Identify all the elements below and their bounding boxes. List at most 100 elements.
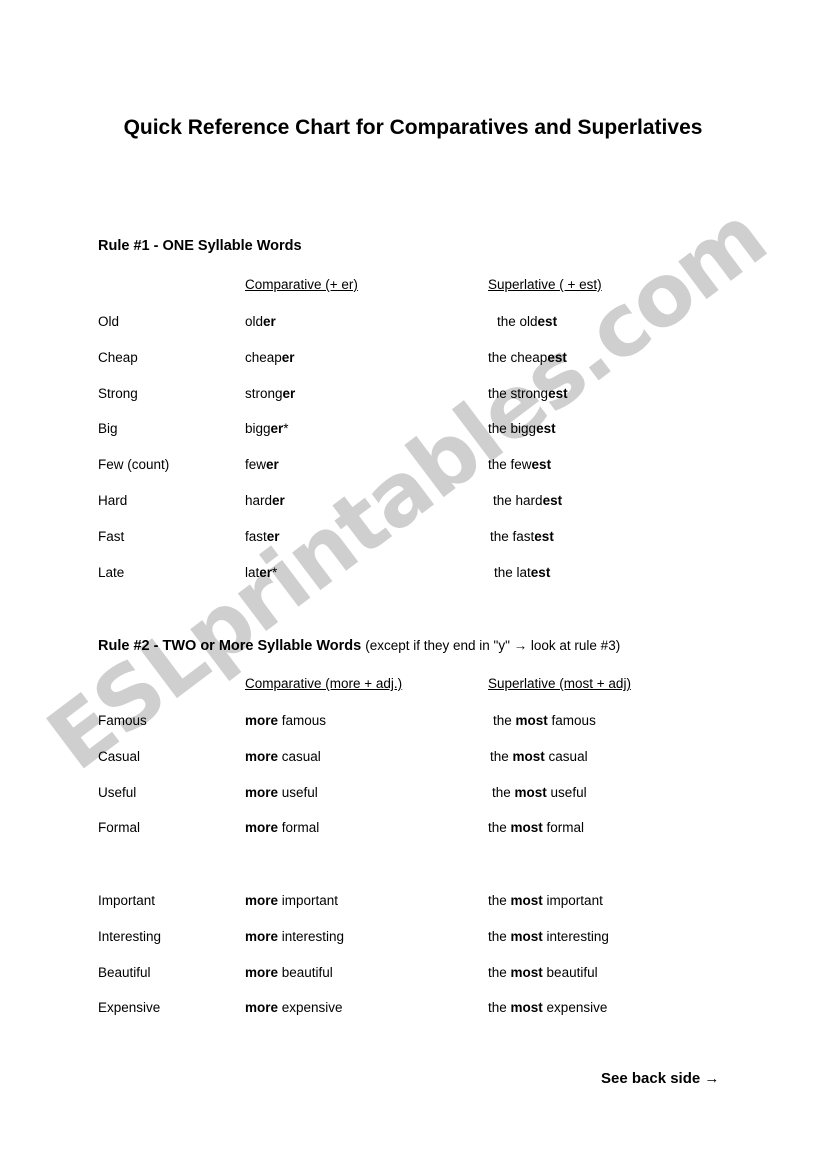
rule-2-heading: Rule #2 - TWO or More Syllable Words (ex… — [98, 638, 620, 654]
comparative-intensifier: more — [245, 785, 279, 800]
comparative-suffix: er — [263, 314, 276, 329]
rule-2-heading-bold: Rule #2 - TWO or More Syllable Words — [98, 638, 362, 654]
superlative-article: the — [488, 1000, 511, 1015]
superlative-article: the — [492, 785, 515, 800]
comparative-suffix: er — [266, 529, 280, 544]
superlative-article: the — [488, 820, 511, 835]
superlative-article: the — [488, 929, 511, 944]
superlative-article: the — [488, 457, 511, 472]
comparative-intensifier: more — [245, 820, 279, 835]
superlative-adjective: important — [542, 893, 603, 908]
base-adjective: Fast — [98, 529, 125, 544]
comparative-stem: few — [245, 457, 267, 472]
superlative-form: the most useful — [492, 784, 587, 802]
base-adjective: Big — [98, 421, 118, 436]
comparative-stem: fast — [245, 529, 267, 544]
superlative-form: the strongest — [488, 385, 568, 403]
superlative-suffix: est — [536, 421, 556, 436]
superlative-article: the — [493, 493, 516, 508]
superlative-suffix: est — [542, 493, 563, 508]
base-adjective: Famous — [98, 713, 147, 728]
base-adjective: Strong — [98, 386, 138, 401]
comparative-intensifier: more — [245, 1000, 279, 1015]
superlative-article: the — [488, 421, 511, 436]
comparative-form: more important — [245, 892, 338, 910]
base-adjective: Formal — [98, 820, 141, 835]
comparative-stem: cheap — [245, 350, 282, 365]
comparative-form: bigger* — [245, 420, 289, 438]
superlative-adjective: interesting — [542, 929, 609, 944]
base-adjective: Late — [98, 565, 125, 580]
superlative-form: the most interesting — [488, 928, 609, 946]
comparative-intensifier: more — [245, 965, 279, 980]
superlative-suffix: est — [530, 565, 551, 580]
worksheet-page: ESLprintables.com Quick Reference Chart … — [0, 0, 826, 1169]
comparative-form: more expensive — [245, 999, 343, 1017]
comparative-adjective: famous — [278, 713, 327, 728]
superlative-article: the — [488, 893, 511, 908]
superlative-intensifier: most — [510, 820, 543, 835]
base-adjective: Old — [98, 314, 120, 329]
superlative-form: the most beautiful — [488, 964, 598, 982]
comparative-adjective: useful — [278, 785, 318, 800]
base-adjective: Casual — [98, 749, 141, 764]
comparative-form: faster — [245, 528, 280, 546]
superlative-suffix: est — [534, 529, 554, 544]
base-adjective: Useful — [98, 785, 137, 800]
superlative-adjective: formal — [542, 820, 585, 835]
superlative-form: the most formal — [488, 819, 584, 837]
comparative-form: older — [245, 313, 276, 331]
rule-1-comparative-header: Comparative (+ er) — [245, 277, 358, 292]
rule-2-comparative-header: Comparative (more + adj.) — [245, 676, 403, 691]
rule-2-superlative-header: Superlative (most + adj) — [488, 676, 631, 691]
superlative-article: the — [488, 386, 511, 401]
superlative-stem: old — [519, 314, 538, 329]
comparative-form: more famous — [245, 712, 326, 730]
comparative-form: more beautiful — [245, 964, 333, 982]
comparative-suffix: er — [281, 350, 295, 365]
base-adjective: Interesting — [98, 929, 162, 944]
superlative-form: the most casual — [490, 748, 588, 766]
superlative-intensifier: most — [510, 965, 543, 980]
rule-2-heading-note: (except if they end in "y" → look at rul… — [365, 638, 621, 653]
superlative-stem: fast — [512, 529, 535, 544]
superlative-form: the biggest — [488, 420, 556, 438]
superlative-article: the — [490, 529, 513, 544]
watermark: ESLprintables.com — [0, 0, 826, 1169]
comparative-stem: strong — [245, 386, 283, 401]
superlative-intensifier: most — [510, 893, 543, 908]
comparative-suffix: er — [272, 493, 285, 508]
comparative-intensifier: more — [245, 893, 279, 908]
superlative-stem: lat — [516, 565, 531, 580]
comparative-suffix: er — [282, 386, 296, 401]
comparative-intensifier: more — [245, 929, 279, 944]
superlative-intensifier: most — [512, 749, 545, 764]
superlative-adjective: expensive — [542, 1000, 608, 1015]
comparative-intensifier: more — [245, 713, 279, 728]
superlative-intensifier: most — [514, 785, 547, 800]
superlative-suffix: est — [547, 350, 567, 365]
comparative-suffix: er — [266, 457, 279, 472]
superlative-suffix: est — [537, 314, 558, 329]
page-title: Quick Reference Chart for Comparatives a… — [123, 116, 703, 139]
comparative-stem: hard — [245, 493, 273, 508]
superlative-adjective: famous — [547, 713, 596, 728]
superlative-article: the — [497, 314, 520, 329]
superlative-stem: few — [510, 457, 532, 472]
superlative-form: the most famous — [493, 712, 596, 730]
base-adjective: Beautiful — [98, 965, 151, 980]
comparative-form: later* — [245, 564, 277, 582]
superlative-form: the cheapest — [488, 349, 567, 367]
superlative-article: the — [493, 713, 516, 728]
comparative-form: harder — [245, 492, 285, 510]
superlative-intensifier: most — [510, 1000, 543, 1015]
superlative-form: the hardest — [493, 492, 562, 510]
superlative-form: the oldest — [497, 313, 557, 331]
base-adjective: Hard — [98, 493, 128, 508]
superlative-form: the most important — [488, 892, 603, 910]
comparative-suffix: er — [259, 565, 273, 580]
comparative-adjective: casual — [278, 749, 321, 764]
superlative-stem: hard — [515, 493, 543, 508]
base-adjective: Few (count) — [98, 457, 170, 472]
superlative-intensifier: most — [515, 713, 548, 728]
